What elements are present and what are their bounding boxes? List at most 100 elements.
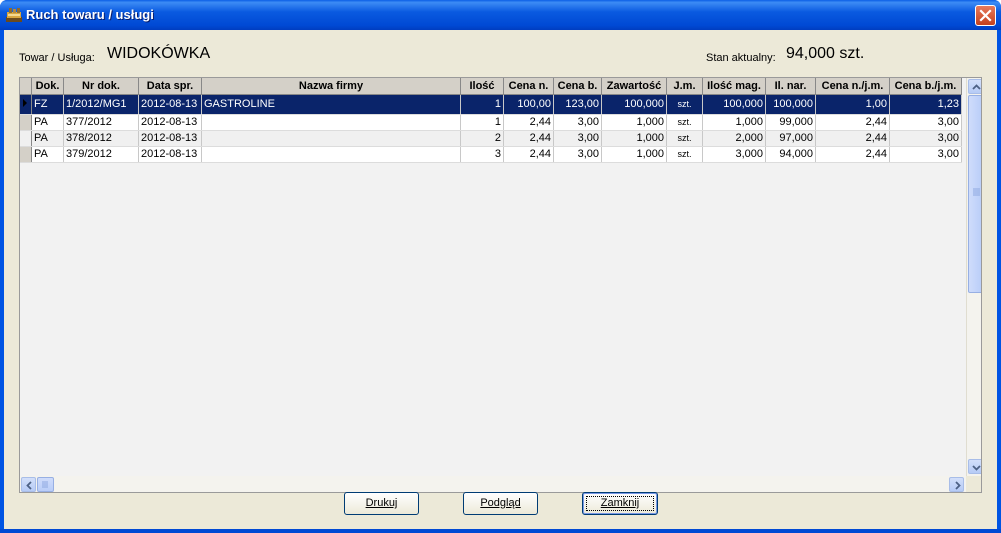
chevron-left-icon [26,481,32,490]
row-indicator [20,130,32,147]
cell-cena-n: 100,00 [503,94,554,115]
cell-cena-b: 3,00 [553,130,602,147]
dialog-body: Towar / Usługa: WIDOKÓWKA Stan aktualny:… [4,30,997,529]
cell-ilosc: 1 [460,114,504,131]
cell-nazwa-firmy [201,130,461,147]
table-header-row: Dok. Nr dok. Data spr. Nazwa firmy Ilość… [20,78,962,95]
column-header-nr-dok[interactable]: Nr dok. [63,78,139,95]
item-name: WIDOKÓWKA [107,45,211,62]
cell-dok: PA [31,114,64,131]
cell-nr-dok: 379/2012 [63,146,139,163]
scroll-right-button[interactable] [949,477,964,492]
cell-cena-n-jm: 1,00 [815,94,890,115]
table-row[interactable]: PA 378/2012 2012-08-13 2 2,44 3,00 1,000… [20,130,962,147]
cell-il-nar: 100,000 [765,94,816,115]
cell-ilosc-mag: 2,000 [702,130,766,147]
cell-cena-b: 123,00 [553,94,602,115]
cell-cena-n-jm: 2,44 [815,146,890,163]
cell-nr-dok: 378/2012 [63,130,139,147]
scroll-up-button[interactable] [968,79,981,94]
current-row-indicator [20,94,32,115]
cell-ilosc: 3 [460,146,504,163]
item-label: Towar / Usługa: [19,52,95,64]
cell-zawartosc: 100,000 [601,94,667,115]
horizontal-scroll-thumb[interactable] [37,477,54,492]
current-row-arrow-icon [23,98,27,107]
stock-value: 94,000 szt. [786,45,865,62]
cell-nazwa-firmy: GASTROLINE [201,94,461,115]
cell-data-spr: 2012-08-13 [138,94,202,115]
cell-data-spr: 2012-08-13 [138,146,202,163]
chevron-right-icon [955,481,961,490]
column-header-ilosc-mag[interactable]: Ilość mag. [702,78,766,95]
column-header-nazwa-firmy[interactable]: Nazwa firmy [201,78,461,95]
scrollbar-corner [966,476,981,492]
window-frame-bottom [0,529,1001,533]
cell-cena-n-jm: 2,44 [815,114,890,131]
column-header-dok[interactable]: Dok. [31,78,64,95]
focus-rectangle [586,496,654,511]
print-button[interactable]: Drukuj [344,492,419,515]
cell-jm: szt. [666,146,703,163]
cell-cena-n-jm: 2,44 [815,130,890,147]
preview-button[interactable]: Podgląd [463,492,538,515]
column-header-cena-n[interactable]: Cena n. [503,78,554,95]
chevron-up-icon [972,84,981,90]
movement-grid[interactable]: Dok. Nr dok. Data spr. Nazwa firmy Ilość… [19,77,982,493]
close-window-button[interactable] [975,5,996,26]
column-header-il-nar[interactable]: Il. nar. [765,78,816,95]
cell-zawartosc: 1,000 [601,114,667,131]
cell-nr-dok: 377/2012 [63,114,139,131]
column-header-ilosc[interactable]: Ilość [460,78,504,95]
cell-nr-dok: 1/2012/MG1 [63,94,139,115]
cell-zawartosc: 1,000 [601,130,667,147]
vertical-scroll-thumb[interactable] [968,95,981,293]
column-header-cena-b[interactable]: Cena b. [553,78,602,95]
movement-table: Dok. Nr dok. Data spr. Nazwa firmy Ilość… [20,78,962,163]
column-header-zawartosc[interactable]: Zawartość [601,78,667,95]
cell-ilosc-mag: 100,000 [702,94,766,115]
cell-cena-b-jm: 1,23 [889,94,962,115]
title-bar[interactable]: Ruch towaru / usługi [0,0,1001,30]
cell-zawartosc: 1,000 [601,146,667,163]
close-button[interactable]: Zamknij [582,492,658,515]
window: Ruch towaru / usługi Towar / Usługa: WID… [0,0,1001,533]
cell-cena-n: 2,44 [503,146,554,163]
row-indicator [20,146,32,163]
cell-cena-n: 2,44 [503,130,554,147]
cell-il-nar: 99,000 [765,114,816,131]
cell-cena-n: 2,44 [503,114,554,131]
cell-dok: PA [31,130,64,147]
cell-ilosc: 1 [460,94,504,115]
cell-dok: FZ [31,94,64,115]
cell-jm: szt. [666,94,703,115]
chevron-down-icon [972,465,981,471]
cell-cena-b-jm: 3,00 [889,130,962,147]
cell-data-spr: 2012-08-13 [138,114,202,131]
cell-jm: szt. [666,114,703,131]
scroll-down-button[interactable] [968,459,981,474]
cell-ilosc-mag: 1,000 [702,114,766,131]
column-header-jm[interactable]: J.m. [666,78,703,95]
horizontal-scrollbar[interactable] [20,476,966,492]
vertical-scrollbar[interactable] [966,78,981,476]
table-row[interactable]: FZ 1/2012/MG1 2012-08-13 GASTROLINE 1 10… [20,94,962,115]
cell-nazwa-firmy [201,146,461,163]
cell-dok: PA [31,146,64,163]
cell-cena-b: 3,00 [553,146,602,163]
scroll-left-button[interactable] [21,477,36,492]
row-indicator [20,114,32,131]
cell-ilosc: 2 [460,130,504,147]
column-header-cena-b-jm[interactable]: Cena b./j.m. [889,78,962,95]
table-row[interactable]: PA 379/2012 2012-08-13 3 2,44 3,00 1,000… [20,146,962,163]
grip-icon [973,188,980,196]
table-row[interactable]: PA 377/2012 2012-08-13 1 2,44 3,00 1,000… [20,114,962,131]
cell-il-nar: 94,000 [765,146,816,163]
cell-cena-b-jm: 3,00 [889,114,962,131]
row-indicator-header [20,78,32,95]
column-header-cena-n-jm[interactable]: Cena n./j.m. [815,78,890,95]
app-icon [6,7,22,22]
column-header-data-spr[interactable]: Data spr. [138,78,202,95]
stock-label: Stan aktualny: [706,52,776,64]
cell-nazwa-firmy [201,114,461,131]
